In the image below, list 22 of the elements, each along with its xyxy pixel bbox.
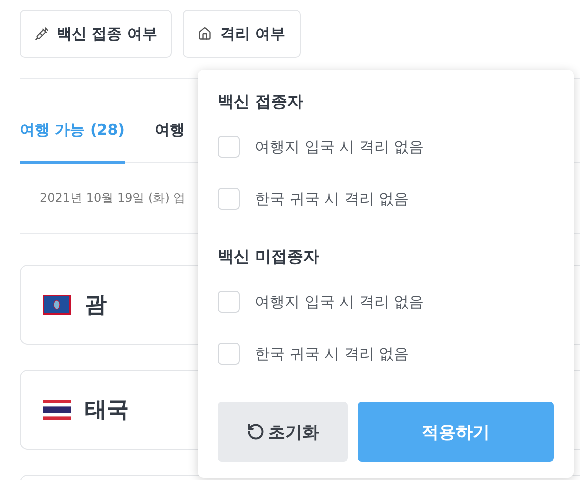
syringe-icon — [35, 27, 49, 41]
group-title: 백신 접종자 — [218, 92, 305, 113]
filter-button[interactable]: 격리 여부 — [183, 10, 301, 58]
update-note: 2021년 10월 19일 (화) 업 — [40, 190, 186, 206]
checkbox[interactable] — [218, 188, 240, 210]
refresh-icon — [246, 423, 264, 441]
checkbox[interactable] — [218, 291, 240, 313]
option-label: 한국 귀국 시 격리 없음 — [255, 344, 410, 364]
tab[interactable]: 여행 — [155, 99, 186, 164]
checkbox[interactable] — [218, 343, 240, 365]
country-name: 괌 — [85, 292, 107, 320]
checkbox[interactable] — [218, 136, 240, 158]
option-label: 한국 귀국 시 격리 없음 — [255, 190, 410, 208]
reset-button[interactable]: 초기화 — [218, 402, 348, 462]
filter-button[interactable]: 백신 접종 여부 — [20, 10, 172, 58]
group-title: 백신 미접종자 — [218, 247, 321, 268]
flag-icon — [43, 295, 71, 315]
option-label: 여행지 입국 시 격리 없음 — [255, 292, 424, 312]
option-label: 여행지 입국 시 격리 없음 — [255, 138, 424, 156]
country-name: 태국 — [85, 397, 129, 425]
house-icon — [198, 27, 212, 41]
flag-icon — [43, 400, 71, 420]
